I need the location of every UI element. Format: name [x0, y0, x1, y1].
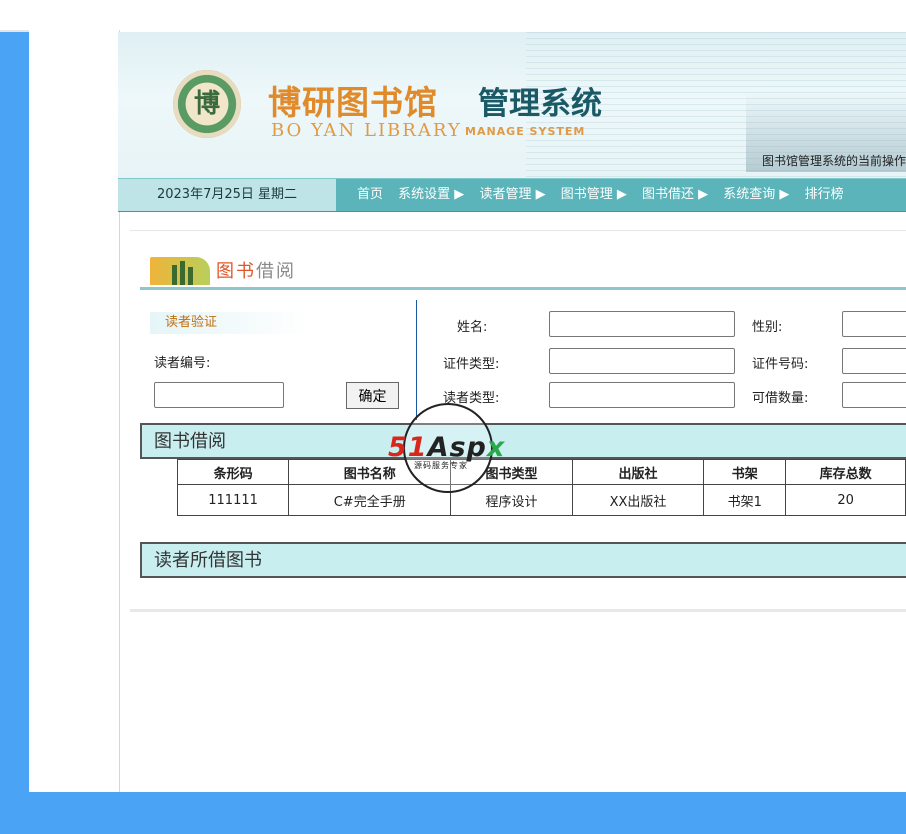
table-header-row: 条形码 图书名称 图书类型 出版社 书架 库存总数 — [176, 459, 906, 485]
id-number-label: 证件号码: — [752, 357, 809, 372]
col-barcode: 条形码 — [176, 459, 290, 485]
confirm-button[interactable]: 确定 — [346, 382, 399, 409]
header-banner: 博 博研图书馆 管理系统 BO YAN LIBRARY MANAGE SYSTE… — [118, 32, 906, 178]
cell-barcode: 111111 — [176, 484, 290, 516]
nav-item-home[interactable]: 首页 — [357, 187, 383, 202]
gender-field[interactable] — [842, 311, 906, 337]
reader-id-input[interactable] — [154, 382, 284, 408]
name-field[interactable] — [549, 311, 735, 337]
seal-glyph: 博 — [193, 89, 220, 119]
cell-stock-total: 20 — [785, 484, 906, 516]
current-date: 2023年7月25日 星期二 — [118, 179, 336, 211]
nav-item-borrow-return[interactable]: 图书借还 ▶ — [642, 187, 708, 202]
site-title-cn: 博研图书馆 — [268, 83, 438, 122]
col-shelf: 书架 — [703, 459, 787, 485]
borrow-section-bar: 图书借阅 — [140, 423, 906, 459]
reader-id-label: 读者编号: — [154, 356, 211, 371]
section-title: 图书借阅 — [216, 261, 296, 282]
watermark-subtitle: 源码服务专家 — [414, 461, 468, 470]
cell-publisher: XX出版社 — [571, 484, 705, 516]
site-title-en-suffix: MANAGE SYSTEM — [465, 125, 586, 138]
borrowable-count-field[interactable] — [842, 382, 906, 408]
nav-item-book-management[interactable]: 图书管理 ▶ — [561, 187, 627, 202]
site-title-en: BO YAN LIBRARY — [271, 120, 462, 141]
gender-label: 性别: — [752, 320, 783, 335]
cell-book-name: C#完全手册 — [288, 484, 452, 516]
table-row[interactable]: 111111 C#完全手册 程序设计 XX出版社 书架1 20 — [176, 484, 906, 516]
borrowed-books-bar: 读者所借图书 — [140, 542, 906, 578]
reader-type-field[interactable] — [549, 382, 735, 408]
nav-item-system-settings[interactable]: 系统设置 ▶ — [398, 187, 464, 202]
library-seal-logo: 博 — [173, 70, 241, 138]
cell-shelf: 书架1 — [703, 484, 787, 516]
col-publisher: 出版社 — [571, 459, 705, 485]
reader-verify-box: 读者验证 读者编号: 确定 — [140, 300, 417, 420]
watermark-logo: 51Aspx — [388, 432, 506, 463]
books-icon — [150, 257, 210, 285]
nav-menu: 首页 系统设置 ▶ 读者管理 ▶ 图书管理 ▶ 图书借还 ▶ 系统查询 ▶ 排行… — [357, 179, 855, 211]
cell-book-type: 程序设计 — [450, 484, 573, 516]
main-nav: 2023年7月25日 星期二 首页 系统设置 ▶ 读者管理 ▶ 图书管理 ▶ 图… — [118, 178, 906, 212]
browser-top-strip — [0, 0, 906, 32]
book-table: 条形码 图书名称 图书类型 出版社 书架 库存总数 111111 C#完全手册 … — [176, 459, 906, 516]
nav-item-system-query[interactable]: 系统查询 ▶ — [723, 187, 789, 202]
nav-item-ranking[interactable]: 排行榜 — [805, 187, 844, 202]
col-stock-total: 库存总数 — [785, 459, 906, 485]
banner-note: 图书馆管理系统的当前操作 — [761, 154, 906, 168]
reader-verify-tag: 读者验证 — [150, 312, 310, 334]
nav-item-reader-management[interactable]: 读者管理 ▶ — [479, 187, 545, 202]
id-type-label: 证件类型: — [443, 357, 500, 372]
id-number-field[interactable] — [842, 348, 906, 374]
section-header: 图书借阅 — [140, 249, 906, 290]
borrowable-count-label: 可借数量: — [752, 391, 809, 406]
id-type-field[interactable] — [549, 348, 735, 374]
name-label: 姓名: — [457, 320, 488, 335]
site-title-suffix: 管理系统 — [478, 86, 602, 122]
